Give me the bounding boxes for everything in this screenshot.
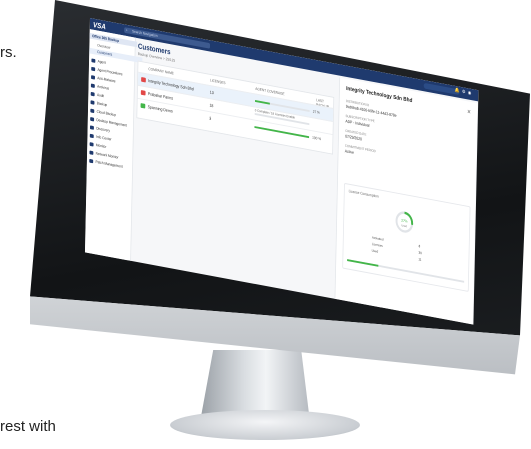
sidebar-item-label: Audit — [96, 92, 105, 99]
toolbar-icons[interactable]: 🔔⚙◉ — [455, 88, 474, 97]
close-icon[interactable]: ✕ — [467, 109, 471, 116]
sidebar-item-label: Antivirus — [97, 83, 110, 91]
donut-percent: 27% — [401, 218, 407, 223]
sidebar-item-monitor[interactable]: Monitor — [89, 141, 107, 150]
field-value: Active — [344, 148, 354, 155]
sidebar-item-label: Cloud Backup — [96, 108, 117, 118]
search-icon: ⌕ — [125, 27, 128, 33]
stat-value: 11 — [418, 257, 422, 262]
usage-donut: 27% Used — [395, 211, 414, 233]
backup-icon — [90, 100, 95, 105]
stat-value: 8 — [418, 244, 421, 249]
audit-icon — [90, 91, 95, 97]
sidebar-item-label: Backup — [96, 100, 108, 108]
coverage-bar-fill — [254, 126, 310, 139]
main-content: Customers Backup Overview > 25/125 COMPA… — [132, 40, 340, 299]
license-count: 13 — [209, 89, 214, 96]
status-badge — [140, 103, 146, 109]
sidebar-item-label: Agent — [97, 58, 106, 65]
sidebar-item-backup[interactable]: Backup — [90, 99, 107, 108]
search-placeholder: Search Navigation — [131, 28, 158, 39]
agent-icon — [91, 58, 96, 63]
stat-label: Used — [371, 248, 379, 254]
sidebar-item-label: Anti-Malware — [97, 75, 116, 84]
monitor: VSA ⌕ Search Navigation 🔔⚙◉ Office 365 B… — [30, 0, 530, 449]
usage-bar — [347, 259, 465, 283]
customer-name: Spanning Demo — [147, 104, 173, 114]
monitor-base — [170, 410, 360, 440]
cloud-icon — [90, 108, 95, 114]
customers-table: COMPANY NAME LICENSES AGENT COVERAGE LAS… — [136, 60, 335, 155]
detail-panel: Integrity Technology Sdn Bhd ✕ DISTRIBUT… — [334, 77, 478, 325]
sidebar-item-label: Patch Management — [95, 159, 123, 169]
sidebar-item-discovery[interactable]: Discovery — [89, 124, 110, 133]
sidebar-item-label: Agent Procedures — [97, 67, 123, 77]
coverage-bar — [254, 126, 310, 139]
coverage-bar-fill — [255, 100, 270, 105]
coverage-percent: 100 % — [312, 134, 322, 142]
sidebar-item-agent[interactable]: Agent — [91, 57, 106, 65]
network-icon — [89, 150, 94, 155]
license-count: 18 — [209, 102, 214, 109]
license-card: License Consumption 27% Used Activated 8… — [342, 182, 471, 292]
sidebar-item-label: Discovery — [96, 125, 110, 133]
sidebar: Office 365 Backup Overview Customers Age… — [84, 29, 143, 261]
desktop-icon — [90, 116, 95, 122]
sidebar-item-label: Info Center — [96, 133, 112, 142]
stat-value: 30 — [418, 250, 422, 256]
stat-label: Activated — [371, 235, 384, 242]
discovery-icon — [89, 125, 94, 130]
donut-label: Used — [401, 223, 407, 228]
status-badge — [140, 90, 146, 96]
monitor-icon — [89, 142, 94, 147]
info-icon — [89, 133, 94, 139]
status-badge — [141, 77, 146, 83]
sidebar-item-label: Network Monitor — [95, 150, 119, 160]
sidebar-item-antivirus[interactable]: Antivirus — [90, 83, 110, 92]
patch-icon — [89, 158, 94, 164]
sidebar-item-audit[interactable]: Audit — [90, 91, 105, 99]
column-header-licenses[interactable]: LICENSES — [210, 78, 226, 86]
background-text-top: rs. — [0, 44, 17, 61]
stat-label: Licenses — [371, 242, 383, 248]
sidebar-item-label: Monitor — [95, 142, 107, 149]
card-title: License Consumption — [348, 188, 379, 199]
virus-icon — [90, 83, 95, 88]
coverage-percent: 27 % — [312, 108, 320, 115]
customer-name: Prabakar Farms — [147, 91, 174, 101]
usage-bar-fill — [347, 259, 379, 267]
procedures-icon — [91, 66, 96, 72]
license-count: 3 — [209, 115, 212, 121]
shield-icon — [91, 75, 96, 80]
